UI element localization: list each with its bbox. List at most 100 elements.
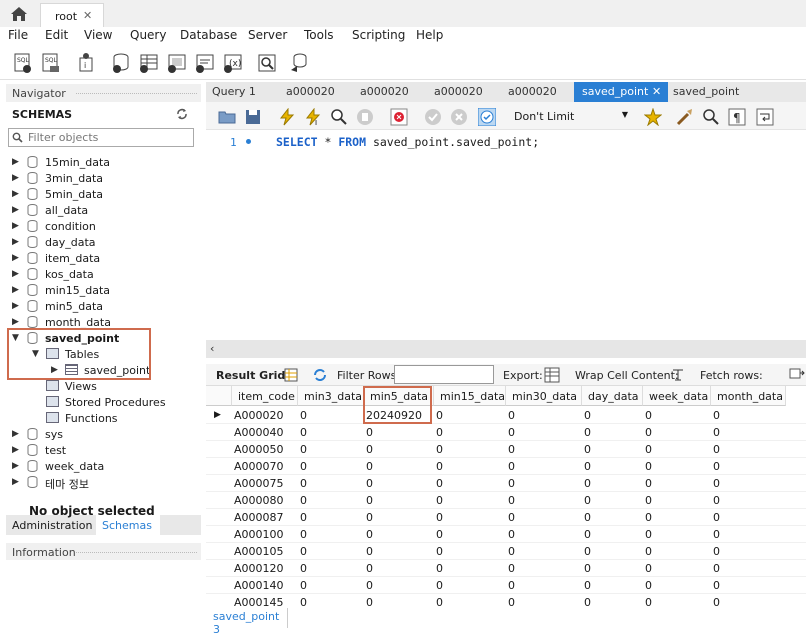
tab-a000020[interactable]: a000020 [508,82,580,102]
table-cell[interactable]: 0 [300,560,364,577]
refresh-schemas-icon[interactable] [176,108,188,120]
tab-a000020[interactable]: a000020 [434,82,506,102]
table-cell[interactable]: A000070 [234,458,298,475]
schema-item-all-data[interactable]: all_data [45,204,88,217]
table-cell[interactable]: 0 [645,594,711,608]
table-cell[interactable]: 0 [300,458,364,475]
table-cell[interactable]: 0 [300,475,364,492]
table-cell[interactable]: 0 [436,441,506,458]
beautify-icon[interactable] [676,108,694,126]
menu-server[interactable]: Server [248,28,287,42]
table-cell[interactable]: 0 [300,543,364,560]
schema-item-day-data[interactable]: day_data [45,236,96,249]
schema-item-item-data[interactable]: item_data [45,252,100,265]
table-cell[interactable]: 0 [584,560,643,577]
table-cell[interactable]: 0 [366,577,434,594]
table-cell[interactable]: 0 [300,424,364,441]
export-icon[interactable] [544,367,560,383]
table-cell[interactable]: 0 [508,577,582,594]
table-cell[interactable]: A000105 [234,543,298,560]
menu-file[interactable]: File [8,28,28,42]
table-cell[interactable]: 0 [584,577,643,594]
table-cell[interactable]: 0 [366,441,434,458]
schema-item-min5-data[interactable]: min5_data [45,300,103,313]
table-cell[interactable]: 0 [584,492,643,509]
table-cell[interactable]: 0 [645,526,711,543]
schema-item-week-data[interactable]: week_data [45,460,104,473]
table-cell[interactable]: A000087 [234,509,298,526]
inspector-icon[interactable]: i [76,52,98,74]
table-cell[interactable]: 0 [366,543,434,560]
table-cell[interactable]: 0 [645,441,711,458]
tab-a000020[interactable]: a000020 [360,82,432,102]
table-cell[interactable]: A000140 [234,577,298,594]
home-tab[interactable] [4,2,34,26]
table-cell[interactable]: 0 [436,492,506,509]
table-cell[interactable]: 0 [436,475,506,492]
table-cell[interactable]: 0 [584,475,643,492]
table-cell[interactable]: 0 [713,543,786,560]
tab-administration[interactable]: Administration [12,519,93,532]
create-procedure-icon[interactable] [194,52,216,74]
table-cell[interactable]: 0 [713,424,786,441]
create-schema-icon[interactable] [110,52,132,74]
table-cell[interactable]: 0 [508,594,582,608]
commit-icon[interactable] [424,108,442,126]
word-wrap-icon[interactable] [756,108,774,126]
expand-right-icon[interactable]: ▶ [12,157,19,167]
open-folder-icon[interactable] [218,108,236,126]
table-cell[interactable]: 0 [436,509,506,526]
schema-item--[interactable]: 테마 정보 [45,476,89,492]
table-cell[interactable]: 0 [584,458,643,475]
expand-right-icon[interactable]: ▶ [12,269,19,279]
expand-right-icon[interactable]: ▶ [12,445,19,455]
result-grid-label[interactable]: Result Grid [216,369,285,382]
table-cell[interactable]: 0 [366,458,434,475]
table-cell[interactable]: 0 [584,594,643,608]
table-cell[interactable]: 0 [713,407,786,424]
table-cell[interactable]: 0 [436,543,506,560]
expand-right-icon[interactable]: ▶ [12,205,19,215]
scroll-left-icon[interactable]: ‹ [210,342,214,355]
schema-item-min15-data[interactable]: min15_data [45,284,110,297]
autocommit-icon[interactable] [478,108,496,126]
table-cell[interactable]: A000050 [234,441,298,458]
table-cell[interactable]: 0 [713,560,786,577]
table-cell[interactable]: 0 [584,424,643,441]
execute-current-icon[interactable]: I [304,108,322,126]
invisible-chars-icon[interactable]: ¶ [728,108,746,126]
table-cell[interactable]: A000100 [234,526,298,543]
table-cell[interactable]: 0 [508,441,582,458]
expand-right-icon[interactable]: ▶ [12,189,19,199]
expand-right-icon[interactable]: ▶ [12,173,19,183]
create-function-icon[interactable]: (x) [222,52,244,74]
column-header-week-data[interactable]: week_data [643,386,711,406]
column-header-day-data[interactable]: day_data [582,386,643,406]
menu-database[interactable]: Database [180,28,237,42]
table-cell[interactable]: 0 [645,475,711,492]
search-table-data-icon[interactable] [256,52,278,74]
refresh-icon[interactable] [312,368,328,382]
wrap-cell-icon[interactable] [671,368,685,382]
table-cell[interactable]: 0 [508,509,582,526]
connection-tab-root[interactable]: root ✕ [40,3,104,27]
sql-editor[interactable]: 1 SELECT * FROM saved_point.saved_point; [206,130,806,340]
expand-right-icon[interactable]: ▶ [12,221,19,231]
table-cell[interactable]: 0 [713,577,786,594]
table-cell[interactable]: A000020 [234,407,298,424]
table-cell[interactable]: 0 [300,577,364,594]
tab-schemas[interactable]: Schemas [96,515,160,535]
find-replace-icon[interactable] [702,108,720,126]
column-header-min30-data[interactable]: min30_data [506,386,582,406]
expand-right-icon[interactable]: ▶ [12,237,19,247]
table-cell[interactable]: 0 [508,492,582,509]
toggle-error-continue-icon[interactable] [390,108,408,126]
filter-rows-input[interactable] [394,365,494,384]
expand-right-icon[interactable]: ▶ [12,477,19,487]
menu-view[interactable]: View [84,28,112,42]
editor-horizontal-scrollbar[interactable]: ‹ [206,340,806,358]
table-cell[interactable]: 0 [584,509,643,526]
explain-icon[interactable] [330,108,348,126]
table-cell[interactable]: 0 [713,594,786,608]
table-cell[interactable]: 0 [508,407,582,424]
